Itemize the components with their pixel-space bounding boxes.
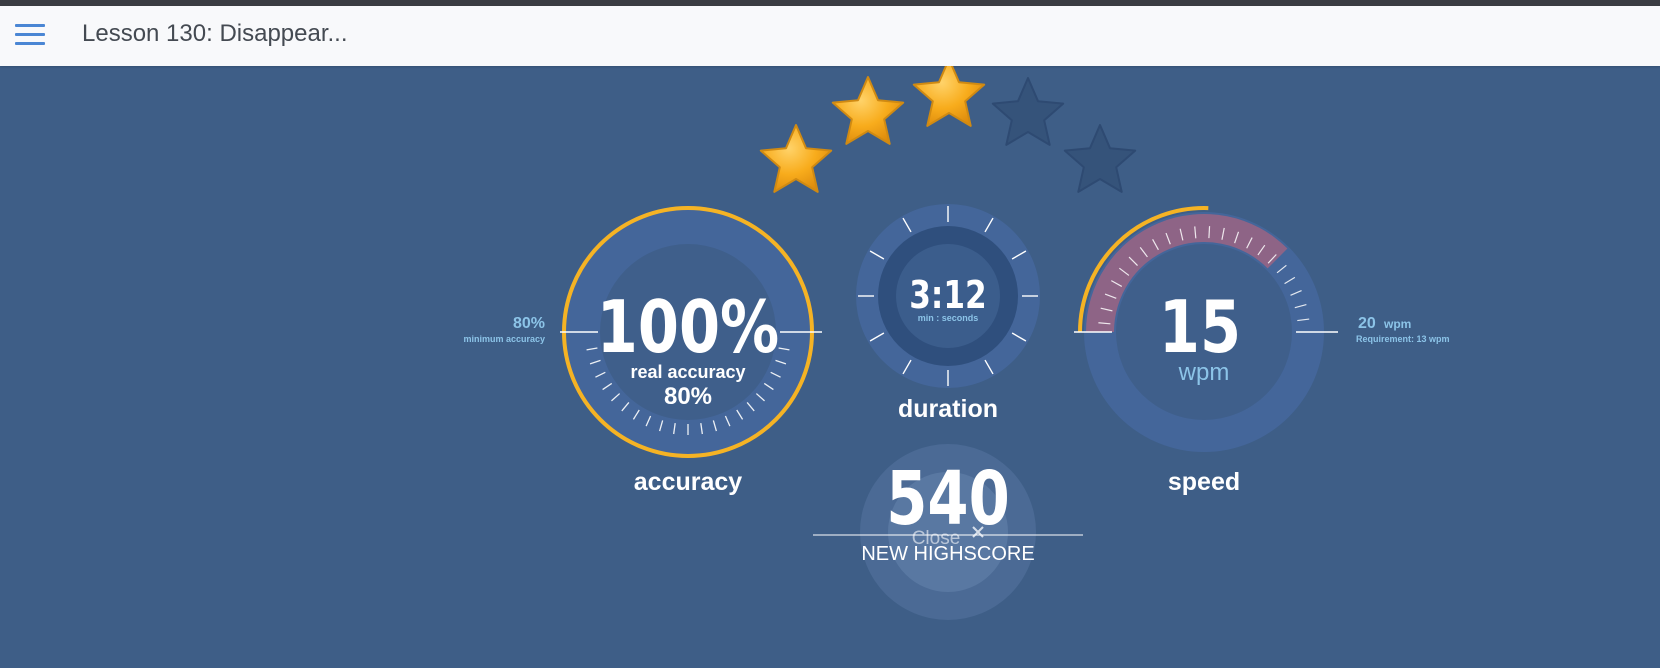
duration-unit-label: min : seconds [918, 313, 979, 323]
star-empty-icon [1063, 124, 1137, 193]
speed-tick [1208, 226, 1211, 239]
min-accuracy-label: minimum accuracy [463, 334, 545, 344]
speed-value: 15 [1159, 285, 1241, 369]
duration-gauge: 3:12 min : seconds duration [856, 204, 1040, 423]
hamburger-menu-icon[interactable] [14, 19, 46, 51]
star-filled-icon [831, 76, 905, 145]
star-rating [759, 58, 1137, 193]
speed-requirement-label: Requirement: 13 wpm [1356, 334, 1450, 344]
duration-value: 3:12 [909, 274, 986, 318]
speed-gauge: 15 wpm speed 20 wpm Requirement: 13 wpm [1074, 206, 1450, 496]
accuracy-label: accuracy [634, 468, 743, 496]
real-accuracy-value: 80% [664, 383, 712, 410]
star-empty-icon [991, 77, 1065, 146]
duration-label: duration [898, 395, 998, 423]
speed-requirement-unit: wpm [1383, 317, 1411, 331]
real-accuracy-label: real accuracy [630, 362, 745, 382]
speed-label: speed [1168, 468, 1240, 496]
min-accuracy-value: 80% [513, 315, 545, 332]
star-filled-icon [759, 124, 833, 193]
accuracy-gauge: 100% real accuracy 80% accuracy 80% mini… [463, 206, 822, 496]
page-title: Lesson 130: Disappear... [82, 20, 348, 47]
speed-requirement-value: 20 [1358, 315, 1376, 332]
speed-unit: wpm [1178, 359, 1230, 386]
highscore-label: NEW HIGHSCORE [861, 543, 1034, 565]
accuracy-value: 100% [597, 285, 779, 369]
results-panel: 100% real accuracy 80% accuracy 80% mini… [0, 58, 1660, 664]
score-panel: 540 Close NEW HIGHSCORE [813, 444, 1083, 620]
star-filled-icon [912, 58, 986, 127]
app-bar: Lesson 130: Disappear... [0, 6, 1660, 66]
